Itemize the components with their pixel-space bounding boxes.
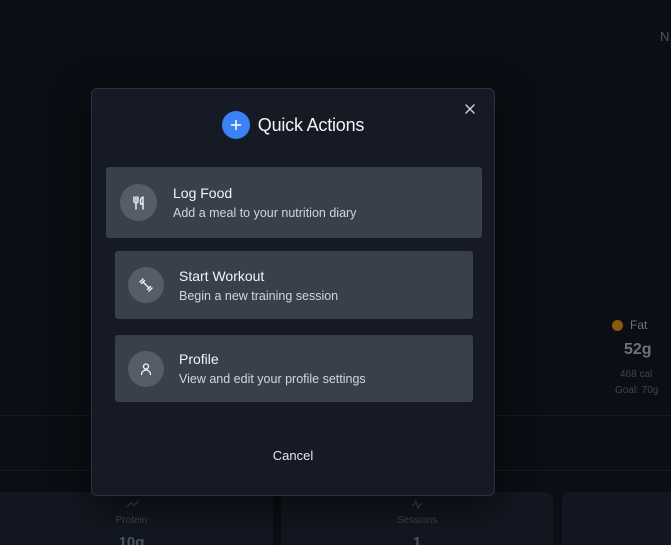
cancel-button[interactable]: Cancel bbox=[92, 448, 494, 463]
action-title: Start Workout bbox=[179, 267, 265, 284]
action-description: Add a meal to your nutrition diary bbox=[173, 206, 357, 220]
stat-card-sessions[interactable]: Sessions 1 bbox=[281, 492, 553, 545]
dialog-title: Quick Actions bbox=[257, 114, 365, 135]
start-workout-button[interactable]: Start Workout Begin a new training sessi… bbox=[115, 251, 473, 319]
macro-goal: Goal: 70g bbox=[615, 385, 659, 396]
macro-value: 52g bbox=[624, 341, 652, 358]
user-icon bbox=[128, 350, 164, 387]
dialog-header: Quick Actions bbox=[92, 111, 494, 139]
plus-icon bbox=[221, 111, 250, 139]
action-description: View and edit your profile settings bbox=[179, 372, 366, 386]
stat-label: Sessions bbox=[396, 515, 438, 526]
fat-color-dot bbox=[612, 319, 623, 331]
dumbbell-icon bbox=[128, 267, 164, 303]
macro-fat: Fat 52g 468 cal Goal: 70g bbox=[612, 318, 671, 396]
stat-card[interactable] bbox=[562, 492, 671, 545]
stat-label: Protein bbox=[115, 515, 148, 526]
action-title: Log Food bbox=[173, 185, 233, 201]
activity-icon bbox=[411, 499, 423, 512]
stat-card-protein[interactable]: Protein 10g bbox=[0, 492, 273, 545]
macro-calories: 468 cal bbox=[620, 369, 653, 380]
app-screen: N Fat 52g 468 cal Goal: 70g Protein 10g … bbox=[0, 0, 671, 545]
log-food-button[interactable]: Log Food Add a meal to your nutrition di… bbox=[106, 167, 482, 238]
stat-value: 10g bbox=[118, 534, 145, 545]
action-title: Profile bbox=[179, 351, 219, 367]
quick-actions-dialog: Quick Actions Log Food Add a meal to you… bbox=[91, 88, 495, 496]
action-description: Begin a new training session bbox=[179, 288, 339, 303]
stat-value: 1 bbox=[412, 534, 422, 545]
trend-icon bbox=[126, 500, 140, 511]
utensils-icon bbox=[120, 184, 157, 221]
header-text: N bbox=[660, 29, 670, 44]
profile-button[interactable]: Profile View and edit your profile setti… bbox=[115, 335, 473, 402]
macro-label: Fat bbox=[630, 318, 648, 332]
